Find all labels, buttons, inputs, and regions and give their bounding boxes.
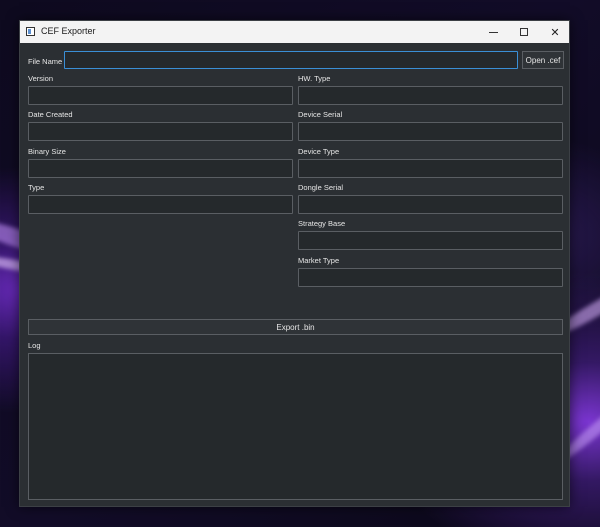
version-label: Version: [28, 74, 54, 83]
window-title: CEF Exporter: [41, 26, 96, 36]
device-serial-label: Device Serial: [298, 110, 343, 119]
app-window: CEF Exporter ✕ File Name Open .cef Versi…: [19, 20, 570, 507]
market-type-field[interactable]: [298, 268, 563, 287]
version-field[interactable]: [28, 86, 293, 105]
close-button[interactable]: ✕: [540, 21, 570, 43]
close-icon: ✕: [550, 26, 560, 39]
date-created-field[interactable]: [28, 122, 293, 141]
minimize-icon: [488, 31, 498, 33]
device-serial-field[interactable]: [298, 122, 563, 141]
maximize-button[interactable]: [509, 21, 539, 43]
file-name-input[interactable]: [64, 51, 518, 69]
app-icon: [26, 27, 35, 36]
log-area[interactable]: [28, 353, 563, 500]
maximize-icon: [520, 28, 528, 36]
strategy-base-field[interactable]: [298, 231, 563, 250]
hw-type-label: HW. Type: [298, 74, 331, 83]
strategy-base-label: Strategy Base: [298, 219, 346, 228]
type-field[interactable]: [28, 195, 293, 214]
dongle-serial-field[interactable]: [298, 195, 563, 214]
dongle-serial-label: Dongle Serial: [298, 183, 344, 192]
device-type-label: Device Type: [298, 147, 340, 156]
minimize-button[interactable]: [478, 21, 508, 43]
hw-type-field[interactable]: [298, 86, 563, 105]
binary-size-label: Binary Size: [28, 147, 66, 156]
binary-size-field[interactable]: [28, 159, 293, 178]
title-bar[interactable]: CEF Exporter ✕: [20, 21, 569, 43]
type-label: Type: [28, 183, 45, 192]
date-created-label: Date Created: [28, 110, 73, 119]
log-label: Log: [28, 341, 41, 350]
open-cef-button[interactable]: Open .cef: [522, 51, 564, 69]
export-bin-button[interactable]: Export .bin: [28, 319, 563, 335]
file-name-label: File Name: [28, 57, 63, 66]
market-type-label: Market Type: [298, 256, 340, 265]
device-type-field[interactable]: [298, 159, 563, 178]
